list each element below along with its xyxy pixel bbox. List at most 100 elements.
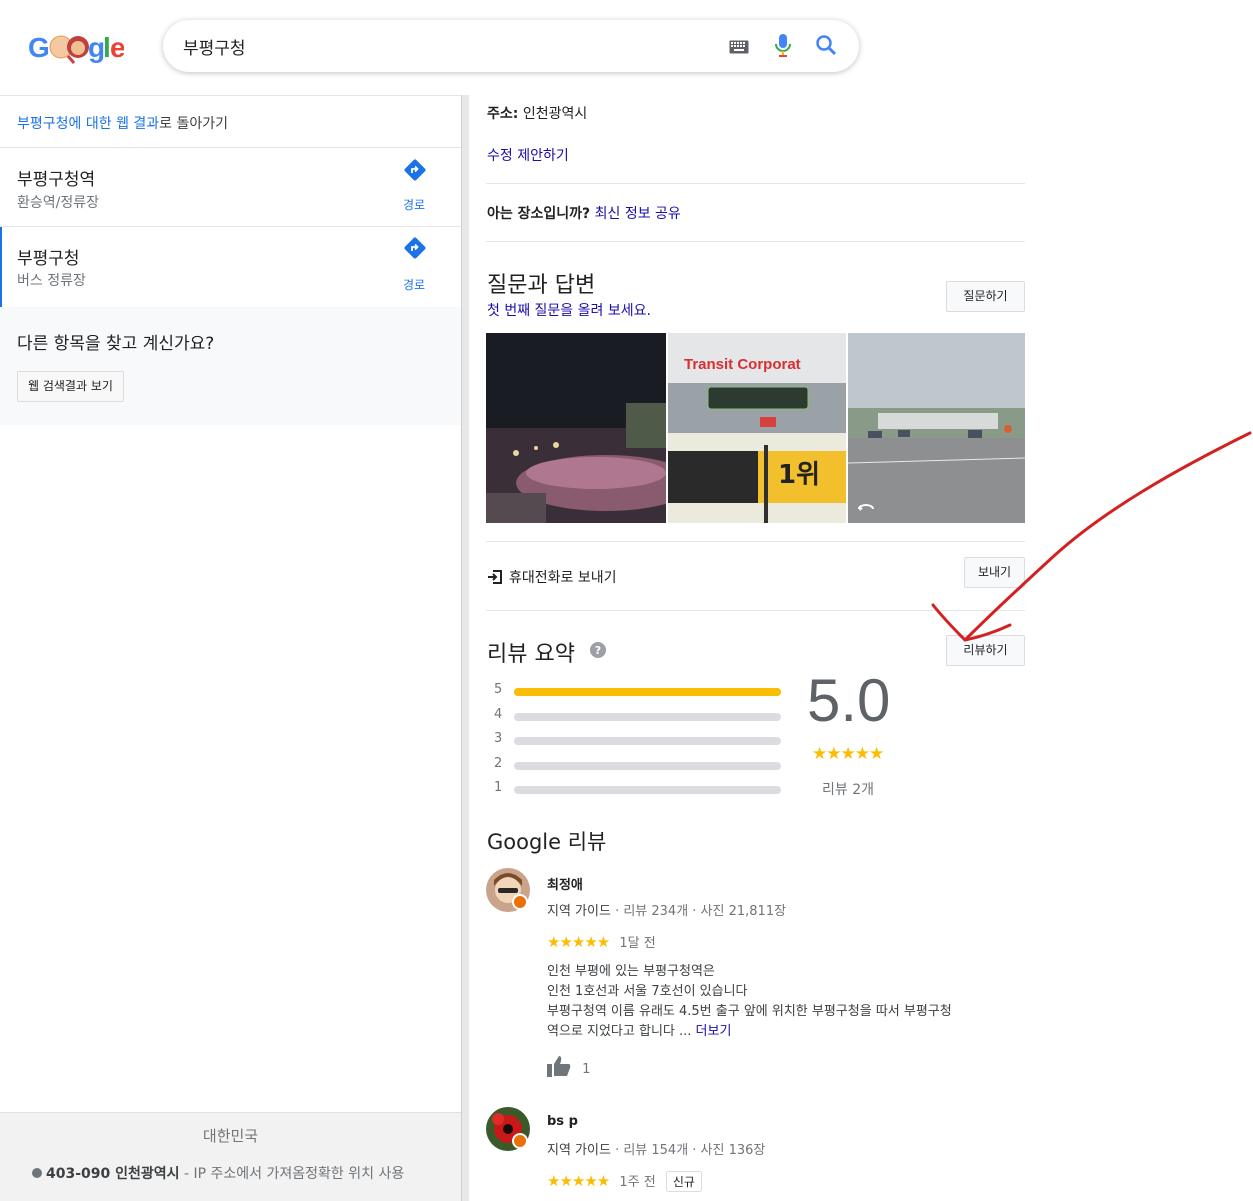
know-place-row: 아는 장소입니까? 최신 정보 공유 xyxy=(487,203,681,223)
rating-bar-row: 4 xyxy=(494,707,784,727)
precise-location-link[interactable]: 정확한 위치 사용 xyxy=(305,1166,404,1182)
review-stars: ★★★★★ xyxy=(547,1172,610,1190)
divider xyxy=(486,183,1025,184)
thumbs-up-icon[interactable] xyxy=(547,1055,571,1081)
read-more-link[interactable]: 더보기 xyxy=(696,1024,732,1039)
review-line: 역으로 지었다고 합니다 ... xyxy=(547,1024,696,1039)
send-to-phone-label[interactable]: 휴대전화로 보내기 xyxy=(509,570,617,586)
postal-location: 403-090 인천광역시 xyxy=(46,1166,180,1182)
rating-bar-label: 4 xyxy=(494,706,503,722)
review-rating-row: ★★★★★ 1주 전 신규 xyxy=(547,1171,702,1192)
reviewer-meta: 지역 가이드 · 리뷰 234개 · 사진 21,811장 xyxy=(547,900,786,919)
location-source: - IP 주소에서 가져옴 xyxy=(179,1166,306,1182)
review-rating-row: ★★★★★ 1달 전 xyxy=(547,932,656,951)
review-summary-title: 리뷰 요약 xyxy=(487,642,575,667)
back-link-query[interactable]: 부평구청 xyxy=(17,116,69,132)
help-icon[interactable]: ? xyxy=(590,642,606,662)
rating-bar-label: 2 xyxy=(494,755,503,771)
divider xyxy=(486,241,1025,242)
location-dot-icon xyxy=(32,1168,42,1178)
photo-banner-text: 1위 xyxy=(778,460,820,490)
like-row[interactable]: 1 xyxy=(547,1055,590,1081)
rating-bar-track xyxy=(514,712,781,721)
rating-bar-track xyxy=(514,786,781,794)
photo-subway-sign[interactable]: Transit Corporat 1위 xyxy=(668,333,846,523)
reviewer-meta: 지역 가이드 · 리뷰 154개 · 사진 136장 xyxy=(547,1139,765,1158)
google-reviews-title: Google 리뷰 xyxy=(487,830,607,854)
review-line: 부평구청역 이름 유래도 4.5번 출구 앞에 위치한 부평구청을 따서 부평구… xyxy=(547,1004,952,1019)
reviewer-name[interactable]: bs p xyxy=(547,1114,578,1129)
street-view-icon[interactable] xyxy=(856,501,876,520)
google-doodle-logo[interactable]: G g l e xyxy=(28,28,126,66)
place-item-bupyeong-gu-office-station[interactable]: 부평구청역 환승역/정류장 경로 xyxy=(0,148,461,228)
suggest-edit-link[interactable]: 수정 제안하기 xyxy=(487,145,569,165)
local-guide-badge-icon xyxy=(512,1133,528,1149)
rating-bar-track xyxy=(514,688,781,696)
country-label: 대한민국 xyxy=(202,1127,259,1145)
local-guide-label: 지역 가이드 xyxy=(547,1143,611,1158)
other-results-title: 다른 항목을 찾고 계신가요? xyxy=(17,334,215,354)
rating-bar-track xyxy=(514,761,781,770)
directions-icon[interactable] xyxy=(403,236,427,260)
rating-bar-label: 1 xyxy=(494,780,503,795)
like-count: 1 xyxy=(582,1062,591,1077)
qa-title: 질문과 답변 xyxy=(487,273,596,298)
rating-bar-track xyxy=(514,737,781,745)
directions-label[interactable]: 경로 xyxy=(403,196,425,213)
reviewer-stats: · 리뷰 154개 · 사진 136장 xyxy=(610,1143,766,1158)
review-stars: ★★★★★ xyxy=(547,933,610,951)
svg-text:g: g xyxy=(88,32,104,63)
photo-night-street[interactable] xyxy=(486,333,666,523)
rating-bar-label: 3 xyxy=(494,731,503,746)
review-line: 인천 부평에 있는 부평구청역은 xyxy=(547,964,715,979)
know-place-label: 아는 장소입니까? xyxy=(487,206,591,222)
place-type: 버스 정류장 xyxy=(17,273,86,289)
qa-first-question-link[interactable]: 첫 번째 질문을 올려 보세요. xyxy=(487,300,651,320)
search-input[interactable]: 부평구청 xyxy=(183,34,246,59)
place-item-bupyeong-gu-office[interactable]: 부평구청 버스 정류장 경로 xyxy=(0,227,461,307)
directions-icon[interactable] xyxy=(403,158,427,182)
search-box[interactable]: 부평구청 xyxy=(163,20,859,72)
address-value: 인천광역시 xyxy=(522,106,588,122)
svg-text:?: ? xyxy=(595,644,601,657)
rating-stars: ★★★★★ xyxy=(812,744,884,764)
average-rating: 5.0 xyxy=(807,667,891,734)
reviewer-name[interactable]: 최정애 xyxy=(547,874,583,893)
review-time: 1주 전 xyxy=(619,1175,656,1190)
rating-bar-fill xyxy=(514,688,781,696)
web-results-button[interactable]: 웹 검색결과 보기 xyxy=(17,371,124,402)
address-row: 주소: 인천광역시 xyxy=(487,103,587,123)
rating-bar-row: 2 xyxy=(494,756,784,776)
keyboard-icon[interactable] xyxy=(729,39,749,54)
directions-label[interactable]: 경로 xyxy=(403,276,425,293)
back-link-tail[interactable]: 로 돌아가기 xyxy=(159,116,228,132)
panel-scrollbar[interactable] xyxy=(461,95,469,1201)
address-label: 주소: xyxy=(487,106,519,122)
ask-question-button[interactable]: 질문하기 xyxy=(946,281,1025,312)
svg-text:l: l xyxy=(103,32,110,63)
back-link-mid[interactable]: 에 대한 웹 결과 xyxy=(69,116,160,132)
rating-bar-row: 1 xyxy=(494,780,784,800)
reviewer-avatar[interactable] xyxy=(486,1107,530,1151)
review-count-link[interactable]: 리뷰 2개 xyxy=(822,779,874,799)
place-name[interactable]: 부평구청역 xyxy=(17,165,95,190)
rating-bar-row: 5 xyxy=(494,682,784,702)
send-to-phone-icon xyxy=(487,569,503,589)
microphone-icon[interactable] xyxy=(775,33,791,59)
rating-bar-label: 5 xyxy=(494,682,503,697)
reviewer-avatar[interactable] xyxy=(486,868,530,912)
place-type: 환승역/정류장 xyxy=(17,195,99,211)
location-line: 403-090 인천광역시 - IP 주소에서 가져옴정확한 위치 사용 xyxy=(32,1163,404,1183)
search-icon[interactable] xyxy=(815,34,837,56)
place-name[interactable]: 부평구청 xyxy=(17,244,80,269)
share-info-link[interactable]: 최신 정보 공유 xyxy=(595,206,681,222)
review-text: 인천 부평에 있는 부평구청역은 인천 1호선과 서울 7호선이 있습니다 부평… xyxy=(547,962,1022,1042)
red-arrow-annotation xyxy=(931,431,1252,642)
svg-text:G: G xyxy=(28,32,49,63)
local-guide-label: 지역 가이드 xyxy=(547,904,611,919)
review-time: 1달 전 xyxy=(619,936,656,951)
svg-text:e: e xyxy=(110,32,124,63)
back-to-web-results-link[interactable]: 부평구청에 대한 웹 결과로 돌아가기 xyxy=(17,113,228,133)
send-to-phone-row[interactable]: 휴대전화로 보내기 xyxy=(487,567,617,589)
review-line: 인천 1호선과 서울 7호선이 있습니다 xyxy=(547,984,748,999)
